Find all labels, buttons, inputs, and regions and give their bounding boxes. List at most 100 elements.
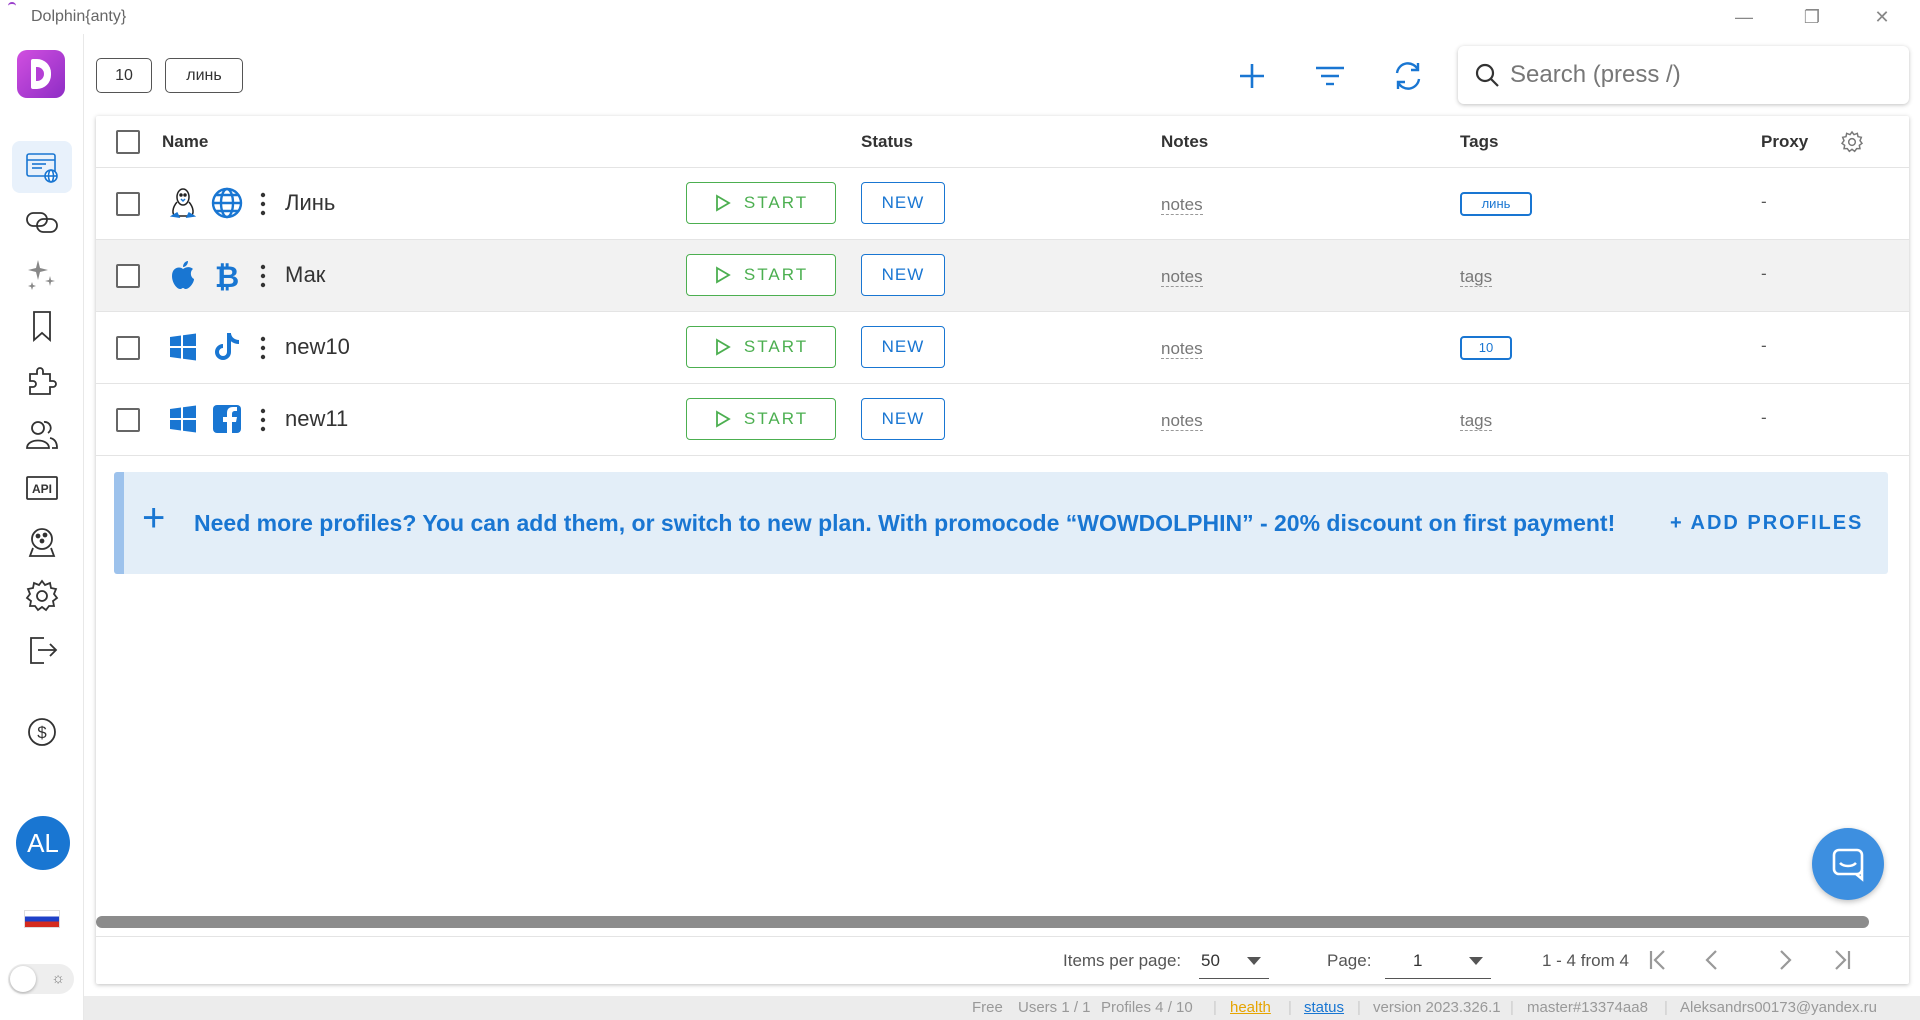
promo-banner: + Need more profiles? You can add them, …	[114, 472, 1888, 574]
gear-icon	[25, 579, 59, 612]
table-row[interactable]: new11 START NEW notes tags -	[96, 384, 1909, 456]
notes-link[interactable]: notes	[1161, 268, 1203, 287]
column-name[interactable]: Name	[162, 132, 208, 152]
filter-button[interactable]	[1310, 56, 1350, 96]
proxy-value: -	[1761, 192, 1767, 211]
start-button[interactable]: START	[686, 254, 836, 296]
row-checkbox[interactable]	[116, 408, 140, 432]
last-page-icon[interactable]	[1828, 947, 1854, 973]
notes-link[interactable]: notes	[1161, 196, 1203, 215]
row-checkbox[interactable]	[116, 336, 140, 360]
first-page-icon[interactable]	[1646, 947, 1672, 973]
more-vertical-icon[interactable]	[258, 190, 268, 218]
more-vertical-icon[interactable]	[258, 406, 268, 434]
minimize-button[interactable]: —	[1724, 5, 1764, 29]
table-row[interactable]: ₿ Мак START NEW notes tags -	[96, 240, 1909, 312]
status-link[interactable]: status	[1304, 999, 1344, 1016]
status-badge[interactable]: NEW	[861, 326, 945, 368]
restore-button[interactable]: ❐	[1792, 5, 1832, 29]
avatar[interactable]: AL	[16, 816, 70, 870]
search-input[interactable]	[1510, 56, 1890, 94]
close-button[interactable]: ✕	[1862, 5, 1902, 29]
dolphin-logo[interactable]	[17, 50, 65, 98]
browser-profiles-icon	[26, 153, 58, 183]
refresh-button[interactable]	[1388, 56, 1428, 96]
column-proxy[interactable]: Proxy	[1761, 132, 1808, 152]
row-checkbox[interactable]	[116, 264, 140, 288]
notes-link[interactable]: notes	[1161, 340, 1203, 359]
russian-flag-icon[interactable]	[24, 910, 60, 928]
sidebar-item-bookmarks[interactable]	[12, 300, 72, 352]
facebook-icon	[213, 405, 241, 433]
app-icon	[8, 2, 16, 10]
plan-name: Free	[972, 999, 1003, 1016]
title-bar: Dolphin{anty} — ❐ ✕	[0, 0, 1920, 34]
play-icon	[716, 266, 731, 284]
filter-chip-lin[interactable]: линь	[165, 58, 243, 93]
chat-button[interactable]	[1812, 828, 1884, 900]
horizontal-scrollbar[interactable]	[96, 916, 1869, 928]
start-button[interactable]: START	[686, 398, 836, 440]
profile-name[interactable]: Мак	[285, 262, 325, 288]
sidebar-item-extensions[interactable]	[12, 354, 72, 406]
sidebar-item-settings[interactable]	[12, 570, 72, 622]
theme-toggle[interactable]: ☼	[8, 964, 74, 994]
tag-chip[interactable]: линь	[1460, 192, 1532, 216]
profile-name[interactable]: Линь	[285, 190, 335, 216]
sidebar-item-billing[interactable]: $	[12, 706, 72, 758]
next-page-icon[interactable]	[1772, 947, 1798, 973]
sidebar-item-proxies[interactable]	[12, 196, 72, 248]
puzzle-icon	[29, 367, 57, 395]
sun-icon: ☼	[51, 970, 65, 987]
items-per-page-select[interactable]: 50	[1199, 943, 1269, 979]
tags-link[interactable]: tags	[1460, 412, 1493, 431]
search-box[interactable]	[1458, 46, 1909, 104]
tags-link[interactable]: tags	[1460, 268, 1493, 287]
column-status[interactable]: Status	[861, 132, 913, 152]
users-icon	[26, 421, 58, 449]
sidebar-item-users[interactable]	[12, 408, 72, 460]
column-notes[interactable]: Notes	[1161, 132, 1208, 152]
previous-page-icon[interactable]	[1699, 947, 1725, 973]
select-all-checkbox[interactable]	[116, 130, 140, 154]
add-profile-button[interactable]	[1232, 56, 1272, 96]
tiktok-icon	[215, 333, 240, 360]
notes-link[interactable]: notes	[1161, 412, 1203, 431]
window-title: Dolphin{anty}	[31, 8, 127, 25]
filter-icon	[1316, 66, 1344, 86]
row-checkbox[interactable]	[116, 192, 140, 216]
sidebar-item-automation[interactable]	[12, 248, 72, 300]
status-badge[interactable]: NEW	[861, 398, 945, 440]
proxy-value: -	[1761, 264, 1767, 283]
start-button[interactable]: START	[686, 182, 836, 224]
refresh-icon	[1395, 62, 1421, 90]
filter-chip-10[interactable]: 10	[96, 58, 152, 93]
status-badge[interactable]: NEW	[861, 182, 945, 224]
health-link[interactable]: health	[1230, 999, 1271, 1016]
sparkles-icon	[28, 260, 55, 290]
column-tags[interactable]: Tags	[1460, 132, 1498, 152]
sidebar-item-fingerprint[interactable]	[12, 516, 72, 568]
page-select[interactable]: 1	[1385, 943, 1491, 979]
start-button[interactable]: START	[686, 326, 836, 368]
sidebar-item-api[interactable]: API	[12, 462, 72, 514]
logout-icon	[30, 637, 58, 664]
sidebar-item-browser-profiles[interactable]	[12, 141, 72, 193]
more-vertical-icon[interactable]	[258, 334, 268, 362]
more-vertical-icon[interactable]	[258, 262, 268, 290]
divider: |	[1288, 999, 1292, 1016]
status-badge[interactable]: NEW	[861, 254, 945, 296]
build-id: master#13374aa8	[1527, 999, 1648, 1016]
sidebar: API $ AL ☼	[0, 34, 84, 1020]
add-profiles-button[interactable]: + ADD PROFILES	[1670, 512, 1863, 535]
proxy-value: -	[1761, 336, 1767, 355]
table-row[interactable]: Линь START NEW notes линь -	[96, 168, 1909, 240]
dollar-icon: $	[28, 718, 56, 746]
promo-plus-icon[interactable]: +	[142, 498, 165, 538]
sidebar-item-logout[interactable]	[12, 624, 72, 676]
column-settings-icon[interactable]	[1840, 130, 1864, 154]
tag-chip[interactable]: 10	[1460, 336, 1512, 360]
table-row[interactable]: new10 START NEW notes 10 -	[96, 312, 1909, 384]
profile-name[interactable]: new10	[285, 334, 350, 360]
profile-name[interactable]: new11	[285, 406, 348, 432]
